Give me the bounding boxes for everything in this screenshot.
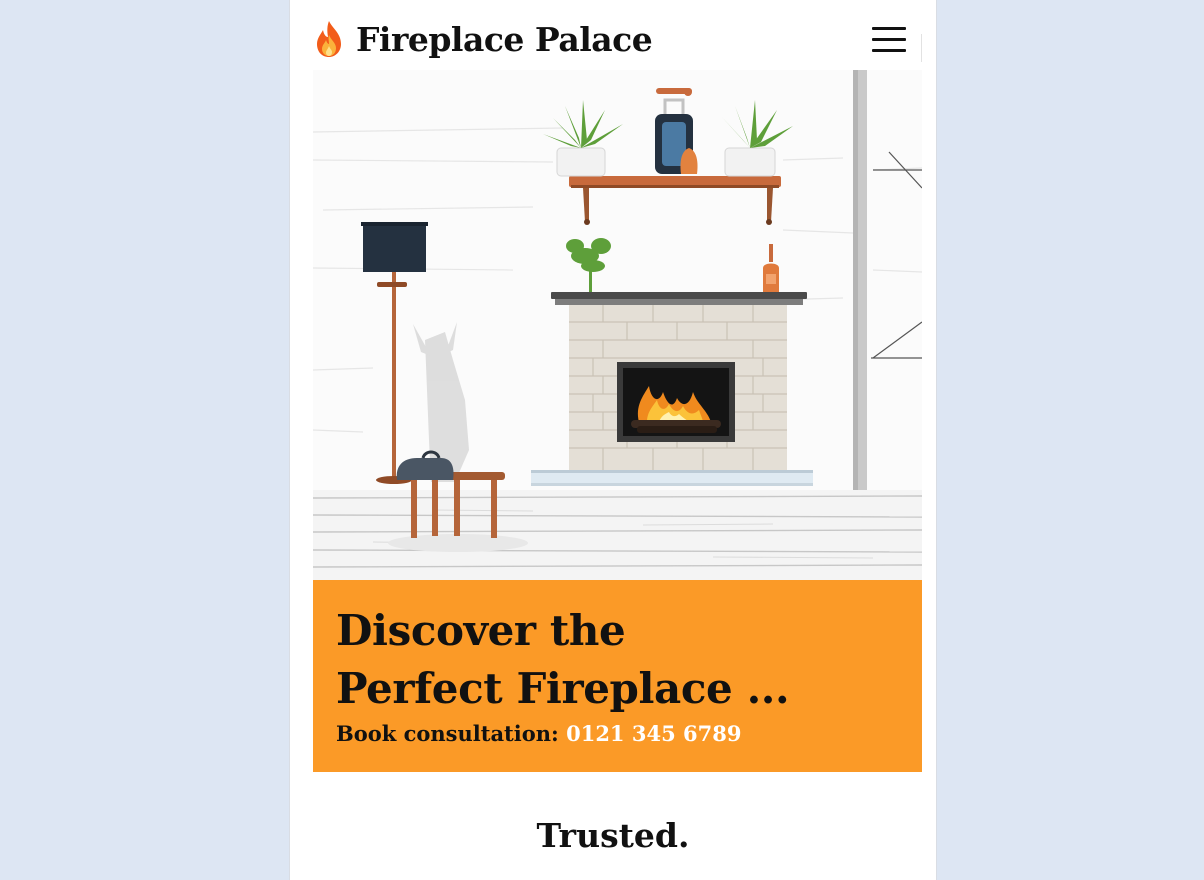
hero-headline-line-2: Perfect Fireplace ... [336,664,790,713]
hero-headline: Discover the Perfect Fireplace ... [336,602,898,718]
phone-number-link[interactable]: 0121 345 6789 [566,721,741,746]
trusted-heading: Trusted. [536,816,690,855]
consultation-label: Book consultation: [336,721,559,746]
hamburger-menu-button[interactable] [868,22,910,58]
hero-image [313,70,922,580]
consultation-line: Book consultation: 0121 345 6789 [336,720,898,748]
hamburger-menu-icon [872,27,906,30]
hero-headline-line-1: Discover the [336,606,626,655]
brand-name: Fireplace Palace [356,19,653,59]
hamburger-menu-icon-bar-middle [872,38,906,41]
consultation-banner: Discover the Perfect Fireplace ... Book … [313,580,922,772]
header-divider [921,34,922,62]
brand-home-link[interactable]: Fireplace Palace [314,16,653,62]
site-header: Fireplace Palace [290,0,936,70]
page-container: Fireplace Palace Discover the Perfect Fi… [289,0,937,880]
flame-icon [317,21,341,57]
hamburger-menu-icon-bar-bottom [872,49,906,52]
